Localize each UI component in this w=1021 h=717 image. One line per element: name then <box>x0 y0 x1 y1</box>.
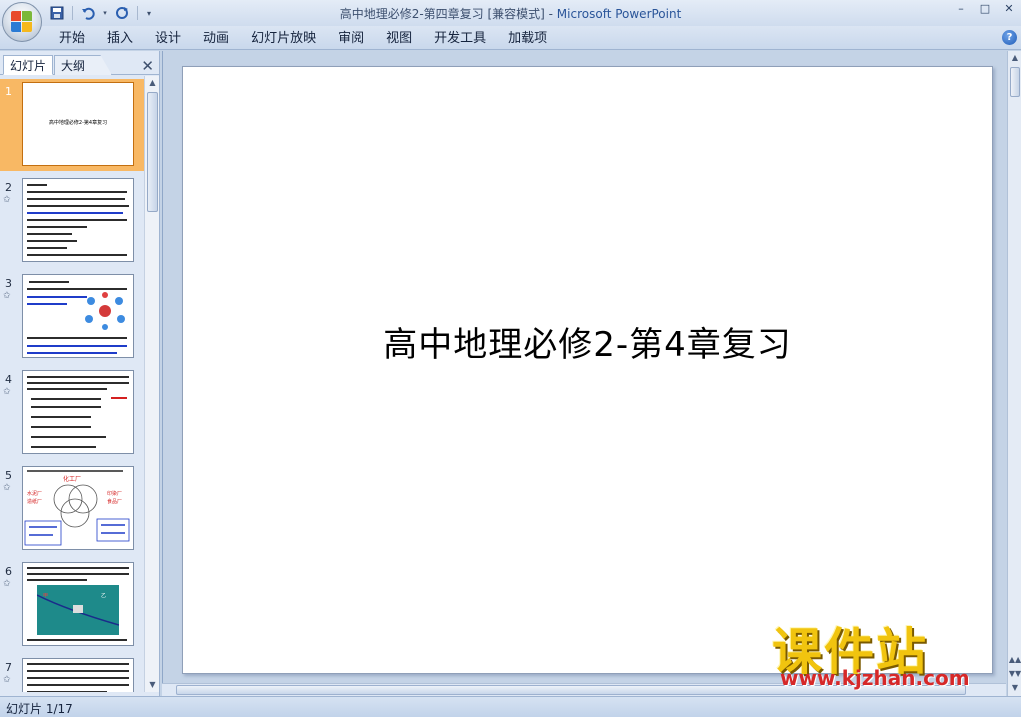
tab-add-ins[interactable]: 加载项 <box>497 30 558 48</box>
slide-thumbnail-1[interactable]: 1 高中地理必修2-第4章复习 <box>0 79 144 171</box>
svg-text:食品厂: 食品厂 <box>107 498 122 505</box>
slide-number: 7 <box>5 661 12 674</box>
maximize-button[interactable]: □ <box>977 2 993 16</box>
document-title: 高中地理必修2-第四章复习 [兼容模式] - <box>339 7 557 21</box>
slide-number: 1 <box>5 85 12 98</box>
thumb-title: 高中地理必修2-第4章复习 <box>48 120 108 126</box>
factory-location-diagram-icon: 化工厂 水泥厂 造纸厂 印染厂 食品厂 <box>24 470 130 546</box>
slide-preview: 甲 乙 <box>22 562 134 646</box>
animation-star-icon: ✩ <box>3 291 11 301</box>
svg-text:乙: 乙 <box>101 592 106 599</box>
tab-slides[interactable]: 幻灯片 <box>3 55 53 75</box>
close-button[interactable]: ✕ <box>1001 2 1017 16</box>
slide-editor: 高中地理必修2-第4章复习 <box>162 51 1006 696</box>
thumbnails-scrollbar[interactable]: ▲ ▼ <box>144 76 159 692</box>
svg-text:化工厂: 化工厂 <box>63 475 81 483</box>
animation-star-icon: ✩ <box>3 483 11 493</box>
animation-star-icon: ✩ <box>3 579 11 589</box>
watermark-url: www.kjzhan.com <box>780 666 970 690</box>
scroll-down-icon[interactable]: ▼ <box>145 678 160 692</box>
ribbon-tab-bar: 开始 插入 设计 动画 幻灯片放映 审阅 视图 开发工具 加载项 ? <box>0 26 1021 50</box>
slide-thumbnail-7[interactable]: 7 ✩ <box>0 655 144 692</box>
slide-thumbnail-3[interactable]: 3 ✩ <box>0 271 144 363</box>
ribbon-tabs: 开始 插入 设计 动画 幻灯片放映 审阅 视图 开发工具 加载项 <box>48 30 558 48</box>
slide-thumbnail-2[interactable]: 2 ✩ <box>0 175 144 267</box>
scroll-down-icon[interactable]: ▼ <box>1008 681 1021 695</box>
svg-text:印染厂: 印染厂 <box>107 490 122 497</box>
slide-preview <box>22 658 134 692</box>
tab-design[interactable]: 设计 <box>144 30 192 48</box>
status-bar: 幻灯片 1/17 <box>0 696 1021 717</box>
tab-animations[interactable]: 动画 <box>192 30 240 48</box>
animation-star-icon: ✩ <box>3 195 11 205</box>
animation-star-icon: ✩ <box>3 675 11 685</box>
previous-slide-icon[interactable]: ▲▲ <box>1008 653 1021 667</box>
help-icon[interactable]: ? <box>1002 30 1017 45</box>
app-name: Microsoft PowerPoint <box>556 7 682 21</box>
office-logo-icon <box>11 11 33 33</box>
scroll-up-icon[interactable]: ▲ <box>1008 51 1021 65</box>
slide-preview: 高中地理必修2-第4章复习 <box>22 82 134 166</box>
slide-thumbnail-5[interactable]: 5 ✩ 化工厂 水泥厂 造纸厂 印染厂 食品厂 <box>0 463 144 555</box>
slide-counter: 幻灯片 1/17 <box>6 702 73 716</box>
map-annotation-icon: 甲 乙 <box>37 592 119 626</box>
cloud-diagram-icon <box>85 292 125 330</box>
slide-number: 4 <box>5 373 12 386</box>
slide-number: 5 <box>5 469 12 482</box>
panel-tabs: 幻灯片 大纲 ✕ <box>0 53 160 75</box>
slide-preview: 化工厂 水泥厂 造纸厂 印染厂 食品厂 <box>22 466 134 550</box>
title-bar: ▾ ▾ 高中地理必修2-第四章复习 [兼容模式] - Microsoft Pow… <box>0 0 1021 26</box>
tab-review[interactable]: 审阅 <box>327 30 375 48</box>
scrollbar-thumb[interactable] <box>1010 67 1020 97</box>
slide-preview <box>22 178 134 262</box>
svg-text:甲: 甲 <box>43 593 48 599</box>
slide-number: 2 <box>5 181 12 194</box>
svg-text:造纸厂: 造纸厂 <box>27 498 42 505</box>
close-panel-icon[interactable]: ✕ <box>141 57 154 75</box>
slide-number: 6 <box>5 565 12 578</box>
slide-preview <box>22 274 134 358</box>
window-title: 高中地理必修2-第四章复习 [兼容模式] - Microsoft PowerPo… <box>0 5 1021 22</box>
window-controls: – □ ✕ <box>953 2 1017 16</box>
tab-home[interactable]: 开始 <box>48 30 96 48</box>
tab-insert[interactable]: 插入 <box>96 30 144 48</box>
next-slide-icon[interactable]: ▼▼ <box>1008 667 1021 681</box>
watermark-logo: 课件站 www.kjzhan.com <box>768 612 1008 692</box>
tab-developer[interactable]: 开发工具 <box>423 30 497 48</box>
animation-star-icon: ✩ <box>3 387 11 397</box>
slide-title[interactable]: 高中地理必修2-第4章复习 <box>183 317 992 366</box>
tab-slide-show[interactable]: 幻灯片放映 <box>240 30 327 48</box>
slide-thumbnails: 1 高中地理必修2-第4章复习 2 ✩ 3 ✩ 4 ✩ 5 ✩ 化工厂 水泥厂 … <box>0 76 144 692</box>
slide-canvas[interactable]: 高中地理必修2-第4章复习 <box>182 66 993 674</box>
slide-thumbnail-4[interactable]: 4 ✩ <box>0 367 144 459</box>
slide-preview <box>22 370 134 454</box>
scrollbar-thumb[interactable] <box>147 92 158 212</box>
office-button[interactable] <box>2 2 42 42</box>
slide-number: 3 <box>5 277 12 290</box>
tab-view[interactable]: 视图 <box>375 30 423 48</box>
minimize-button[interactable]: – <box>953 2 969 16</box>
tab-outline[interactable]: 大纲 <box>54 55 112 75</box>
editor-vertical-scrollbar[interactable]: ▲ ▲▲ ▼▼ ▼ <box>1007 51 1021 696</box>
slides-panel: 幻灯片 大纲 ✕ 1 高中地理必修2-第4章复习 2 ✩ 3 ✩ 4 ✩ 5 ✩… <box>0 51 160 696</box>
svg-text:水泥厂: 水泥厂 <box>27 490 42 497</box>
scroll-up-icon[interactable]: ▲ <box>145 76 160 90</box>
slide-thumbnail-6[interactable]: 6 ✩ 甲 乙 <box>0 559 144 651</box>
